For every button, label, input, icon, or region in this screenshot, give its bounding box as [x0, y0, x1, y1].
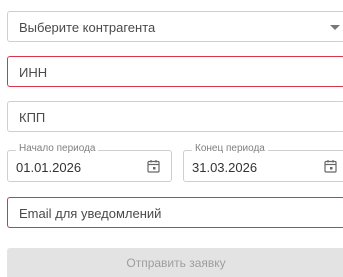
period-end-label: Конец периода	[192, 143, 268, 155]
inn-field-placeholder: ИНН	[19, 65, 48, 80]
period-end-value: 31.03.2026	[192, 160, 258, 175]
counterparty-select[interactable]: Выберите контрагента	[7, 11, 343, 42]
kpp-field[interactable]: КПП	[7, 101, 343, 132]
period-start-field[interactable]: Начало периода 01.01.2026	[7, 143, 172, 182]
counterparty-select-placeholder: Выберите контрагента	[19, 20, 156, 35]
kpp-field-placeholder: КПП	[19, 110, 46, 125]
period-start-value: 01.01.2026	[16, 160, 82, 175]
chevron-down-icon[interactable]	[330, 25, 340, 30]
period-end-field[interactable]: Конец периода 31.03.2026	[183, 143, 343, 182]
calendar-icon[interactable]	[147, 159, 160, 173]
period-start-label: Начало периода	[16, 143, 99, 155]
email-field[interactable]: Email для уведомлений	[7, 197, 343, 228]
inn-field[interactable]: ИНН	[7, 56, 343, 87]
email-field-placeholder: Email для уведомлений	[19, 206, 162, 221]
calendar-icon[interactable]	[324, 159, 337, 173]
submit-button[interactable]: Отправить заявку	[7, 248, 343, 277]
application-form: Выберите контрагента ИНН КПП Начало пери…	[0, 0, 343, 277]
